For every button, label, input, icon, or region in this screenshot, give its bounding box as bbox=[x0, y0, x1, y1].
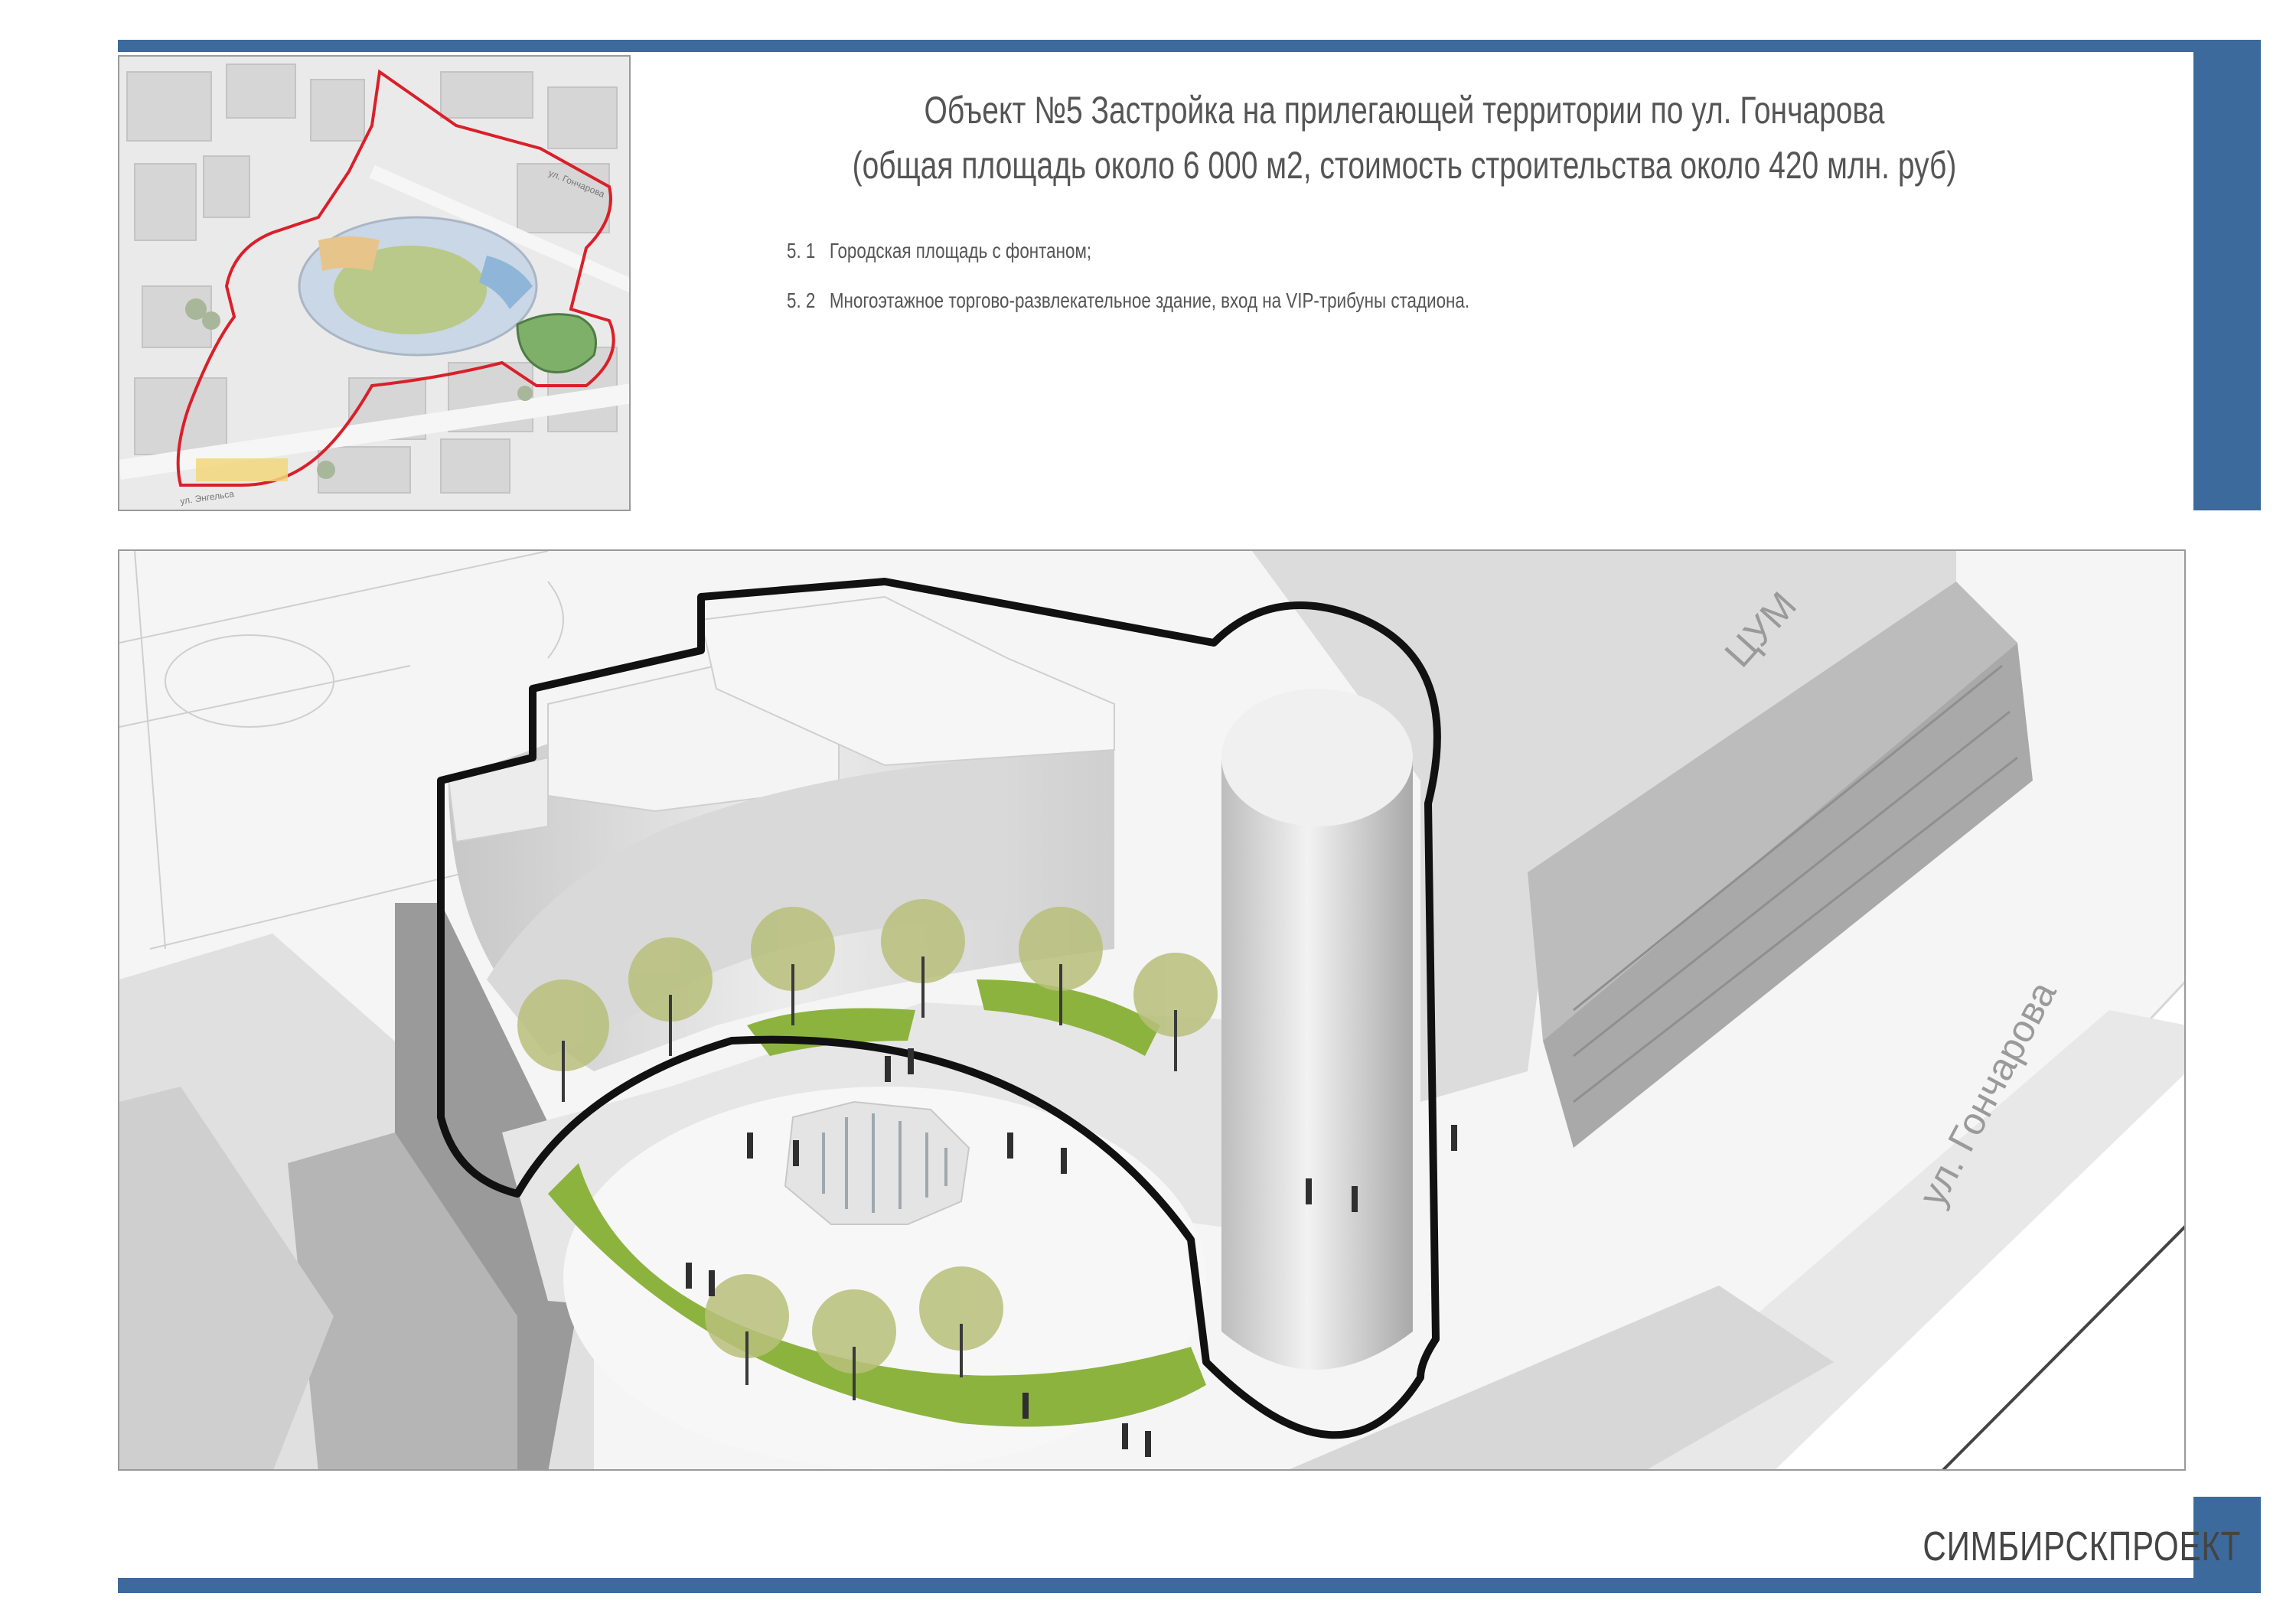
location-map-thumbnail: ул. Гончарова ул. Энгельса bbox=[118, 55, 631, 511]
location-map-drawing: ул. Гончарова ул. Энгельса bbox=[119, 57, 629, 510]
brand-logo-text: СИМБИРСКПРОЕКТ bbox=[1923, 1524, 2242, 1569]
title-line-2: (общая площадь около 6 000 м2, стоимость… bbox=[852, 144, 1957, 187]
item-text: Городская площадь с фонтаном; bbox=[829, 239, 1092, 262]
item-number: 5. 2 bbox=[787, 288, 816, 312]
page-title: Объект №5 Застройка на прилегающей терри… bbox=[689, 83, 2120, 193]
architectural-rendering: ЦУМ ул. Гончарова bbox=[118, 549, 2186, 1471]
item-text: Многоэтажное торгово-развлекательное зда… bbox=[829, 288, 1470, 312]
object-items-list: 5. 1 Городская площадь с фонтаном; 5. 2 … bbox=[787, 236, 2088, 335]
top-right-frame-block bbox=[2193, 40, 2261, 510]
item-number: 5. 1 bbox=[787, 239, 816, 262]
top-frame-bar bbox=[118, 40, 2261, 52]
list-item: 5. 1 Городская площадь с фонтаном; bbox=[787, 236, 1828, 266]
title-line-1: Объект №5 Застройка на прилегающей терри… bbox=[924, 89, 1885, 132]
bottom-frame-bar bbox=[118, 1578, 2261, 1593]
list-item: 5. 2 Многоэтажное торгово-развлекательно… bbox=[787, 285, 1828, 316]
rendering-drawing: ЦУМ ул. Гончарова bbox=[119, 551, 2184, 1469]
